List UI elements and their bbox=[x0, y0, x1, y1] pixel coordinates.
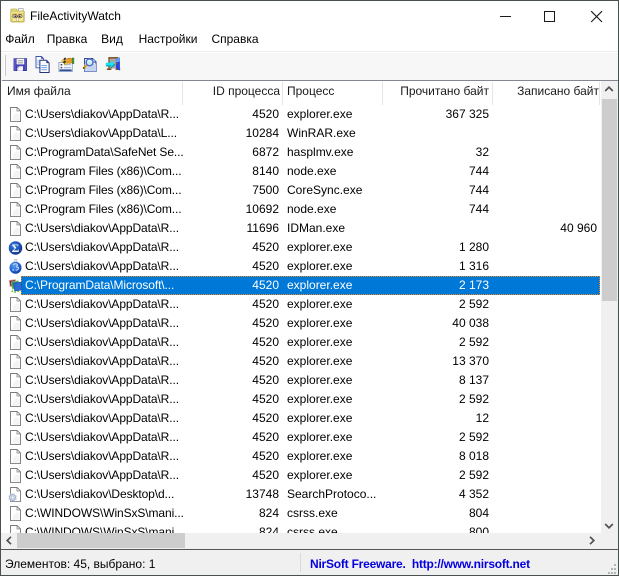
svg-text:Σ: Σ bbox=[12, 242, 20, 255]
